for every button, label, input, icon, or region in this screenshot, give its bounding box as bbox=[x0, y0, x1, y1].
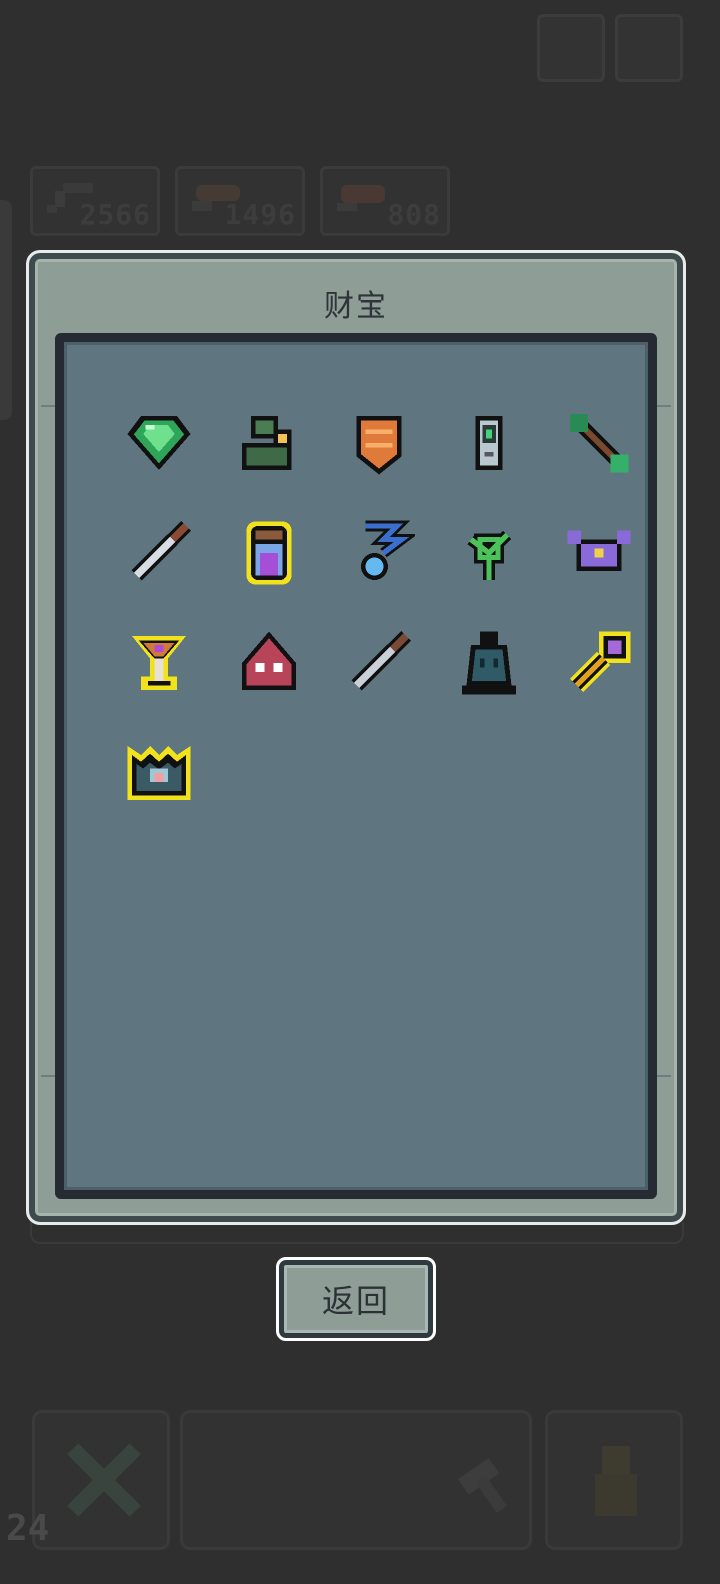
hero-icon bbox=[595, 1446, 637, 1516]
resource-count: 2566 bbox=[79, 198, 151, 231]
crystal-crown-icon bbox=[127, 746, 191, 800]
modal-title: 财宝 bbox=[324, 289, 388, 324]
treasure-slot[interactable] bbox=[214, 388, 324, 498]
treasure-modal: 财宝 bbox=[26, 250, 686, 1225]
settings-button[interactable] bbox=[615, 14, 683, 82]
meat-icon bbox=[337, 185, 385, 211]
treasure-slot[interactable] bbox=[544, 498, 654, 608]
treasure-grid-panel bbox=[55, 333, 657, 1199]
level-indicator: 24 bbox=[6, 1508, 50, 1549]
rail-notch bbox=[657, 405, 671, 407]
green-vine-icon bbox=[467, 530, 512, 580]
bottom-slot-attack[interactable] bbox=[32, 1410, 170, 1550]
treasure-slot[interactable] bbox=[434, 608, 544, 718]
resource-count: 1496 bbox=[224, 198, 296, 231]
resource-count: 808 bbox=[387, 198, 441, 231]
resource-meat: 808 bbox=[320, 166, 450, 236]
modal-shadow bbox=[30, 1222, 684, 1244]
handheld-device-icon bbox=[475, 416, 503, 470]
treasure-slot[interactable] bbox=[104, 388, 214, 498]
treasure-slot[interactable] bbox=[324, 608, 434, 718]
treasure-slot[interactable] bbox=[104, 718, 214, 828]
iron-knife-icon bbox=[351, 631, 411, 691]
menu-button[interactable] bbox=[537, 14, 605, 82]
dark-bell-icon bbox=[462, 631, 516, 695]
treasure-slot[interactable] bbox=[544, 388, 654, 498]
bottom-slot-center[interactable] bbox=[180, 1410, 532, 1550]
blue-spirit-icon bbox=[361, 520, 415, 580]
bottom-slot-hero[interactable] bbox=[545, 1410, 683, 1550]
orange-chestplate-icon bbox=[356, 416, 402, 475]
treasure-slot[interactable] bbox=[104, 608, 214, 718]
purple-potion-jar-icon bbox=[246, 521, 292, 585]
crossed-swords-icon bbox=[67, 1443, 141, 1517]
steel-dagger-icon bbox=[131, 521, 191, 581]
red-mask-icon bbox=[242, 631, 296, 690]
golden-chalice-icon bbox=[132, 636, 186, 690]
rail-notch bbox=[41, 405, 55, 407]
hammer-icon bbox=[458, 1458, 507, 1513]
side-tab[interactable] bbox=[0, 200, 12, 420]
purple-crab-icon bbox=[567, 530, 631, 571]
green-arrow-icon bbox=[569, 413, 629, 473]
emerald-gem-icon bbox=[127, 416, 191, 470]
treasure-slot[interactable] bbox=[214, 608, 324, 718]
treasure-grid bbox=[104, 388, 654, 828]
resource-sword: 2566 bbox=[30, 166, 160, 236]
rail-notch bbox=[41, 1075, 55, 1077]
treasure-slot[interactable] bbox=[324, 498, 434, 608]
treasure-slot[interactable] bbox=[324, 388, 434, 498]
resource-bread: 1496 bbox=[175, 166, 305, 236]
treasure-slot[interactable] bbox=[214, 498, 324, 608]
return-button[interactable]: 返回 bbox=[276, 1257, 436, 1341]
green-statue-icon bbox=[242, 416, 292, 470]
treasure-slot[interactable] bbox=[544, 608, 654, 718]
return-button-label: 返回 bbox=[321, 1282, 390, 1320]
treasure-slot[interactable] bbox=[434, 498, 544, 608]
treasure-slot[interactable] bbox=[434, 388, 544, 498]
purple-scepter-icon bbox=[569, 631, 631, 693]
treasure-slot[interactable] bbox=[104, 498, 214, 608]
rail-notch bbox=[657, 1075, 671, 1077]
